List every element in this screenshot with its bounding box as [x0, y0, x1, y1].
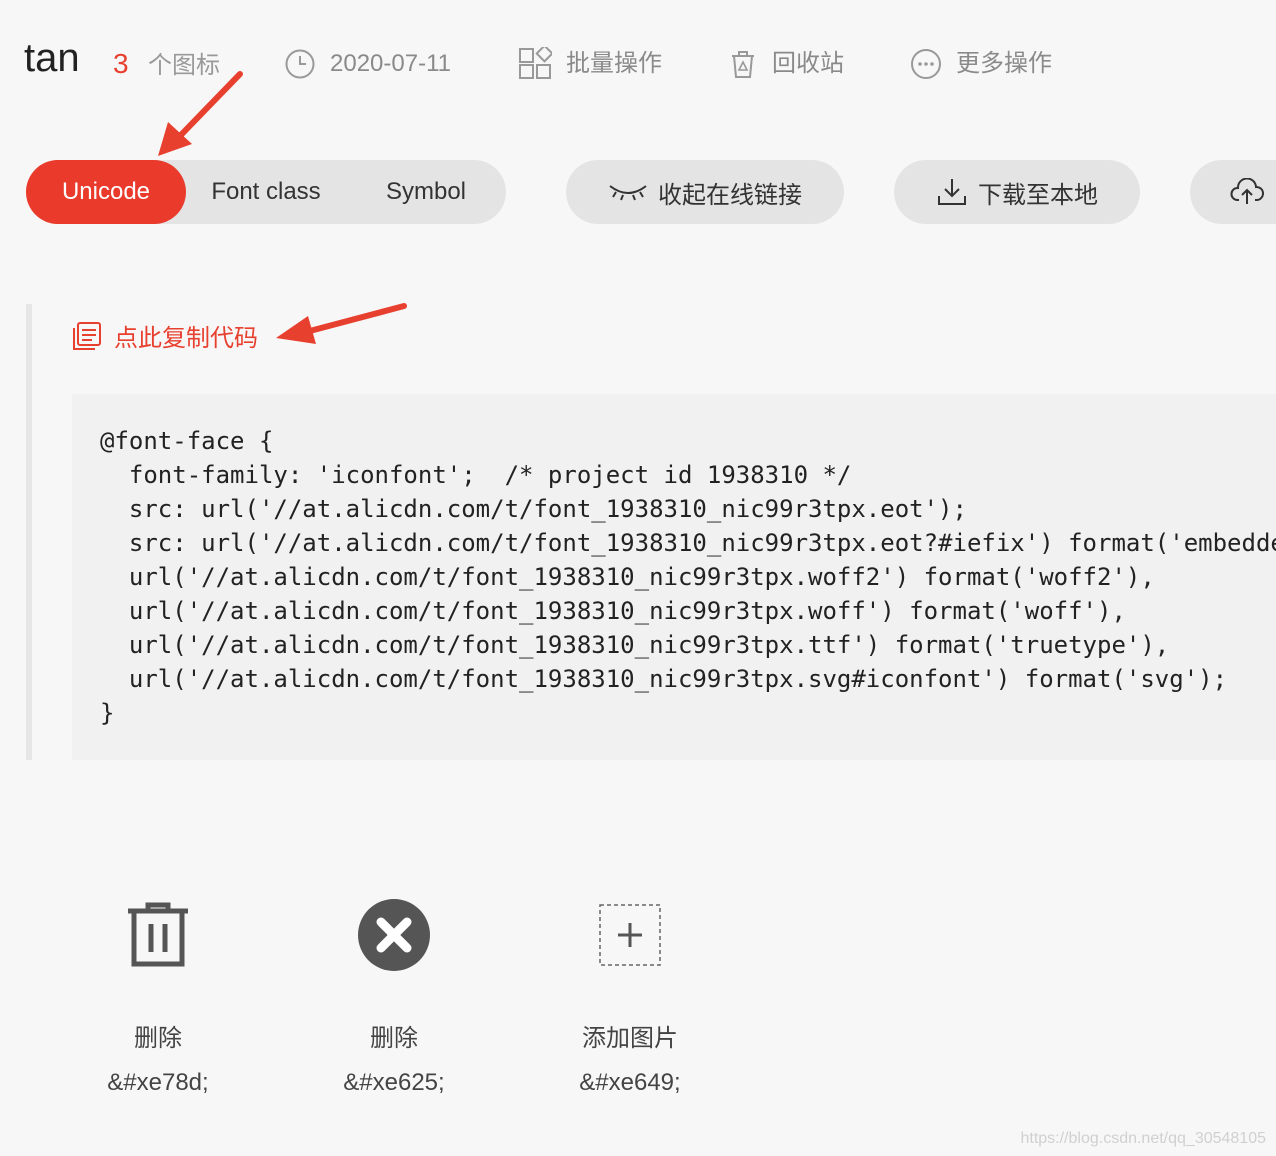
code-line: url('//at.alicdn.com/t/font_1938310_nic9… [128, 631, 1170, 659]
tab-font-class[interactable]: Font class [186, 160, 346, 224]
tab-unicode[interactable]: Unicode [26, 160, 186, 224]
project-name: tan [24, 36, 80, 80]
recycle-bin-button[interactable]: 回收站 [728, 44, 844, 84]
code-line: url('//at.alicdn.com/t/font_1938310_nic9… [128, 563, 1155, 591]
clock-icon [285, 49, 315, 79]
date-label: 2020-07-11 [330, 50, 451, 77]
collapse-online-link-label: 收起在线链接 [658, 181, 802, 209]
more-operate-label: 更多操作 [956, 50, 1052, 77]
code-line: src: url('//at.alicdn.com/t/font_1938310… [128, 529, 1276, 557]
glyph-code: &#xe649; [579, 1069, 681, 1096]
glyph-name: 添加图片 [582, 1025, 678, 1052]
trash-icon [128, 902, 188, 967]
icon-count: 3 [113, 48, 129, 79]
glyph-card[interactable]: 删除 &#xe78d; [40, 890, 276, 1100]
download-local-button[interactable]: 下载至本地 [894, 160, 1140, 224]
glyph-card[interactable]: 添加图片 &#xe649; [512, 890, 748, 1100]
glyph-name: 删除 [134, 1025, 182, 1052]
code-line: @font-face { [100, 427, 274, 455]
download-icon [938, 179, 966, 205]
add-image-icon [599, 904, 661, 966]
close-circle-icon [358, 899, 430, 971]
code-block: @font-face { font-family: 'iconfont'; /*… [72, 394, 1276, 760]
recycle-bin-icon [732, 51, 754, 78]
watermark: https://blog.csdn.net/qq_30548105 [1020, 1130, 1266, 1147]
copy-code-link[interactable]: 点此复制代码 [72, 318, 258, 353]
code-line: } [100, 699, 115, 727]
cloud-upload-icon [1230, 178, 1264, 204]
recycle-bin-label: 回收站 [772, 50, 844, 77]
code-text: @font-face { font-family: 'iconfont'; /*… [72, 394, 1276, 730]
glyph-card[interactable]: 删除 &#xe625; [276, 890, 512, 1100]
code-section-bar [26, 304, 32, 760]
glyph-code: &#xe78d; [107, 1069, 209, 1096]
annotation-arrow-icon [276, 303, 407, 344]
glyph-code: &#xe625; [343, 1069, 445, 1096]
batch-operate-label: 批量操作 [566, 50, 662, 77]
copy-code-label: 点此复制代码 [114, 325, 258, 352]
code-line: src: url('//at.alicdn.com/t/font_1938310… [128, 495, 967, 523]
code-line: font-family: 'iconfont'; /* project id 1… [128, 461, 852, 489]
download-local-label: 下载至本地 [978, 181, 1098, 209]
glyph-name: 删除 [370, 1025, 418, 1052]
more-icon [911, 49, 941, 79]
annotation-arrow-icon [158, 71, 243, 156]
grid-icon [519, 47, 552, 79]
batch-operate-button[interactable]: 批量操作 [518, 44, 662, 84]
code-line: url('//at.alicdn.com/t/font_1938310_nic9… [128, 665, 1228, 693]
copy-document-icon [73, 321, 101, 350]
more-operate-button[interactable]: 更多操作 [910, 44, 1052, 84]
code-line: url('//at.alicdn.com/t/font_1938310_nic9… [128, 597, 1126, 625]
date-info: 2020-07-11 [284, 44, 451, 84]
format-tabs: Unicode Font class Symbol [26, 160, 506, 224]
upload-button[interactable] [1190, 160, 1276, 224]
tab-symbol[interactable]: Symbol [346, 160, 506, 224]
collapse-online-link-button[interactable]: 收起在线链接 [566, 160, 844, 224]
eye-closed-icon [609, 185, 647, 201]
